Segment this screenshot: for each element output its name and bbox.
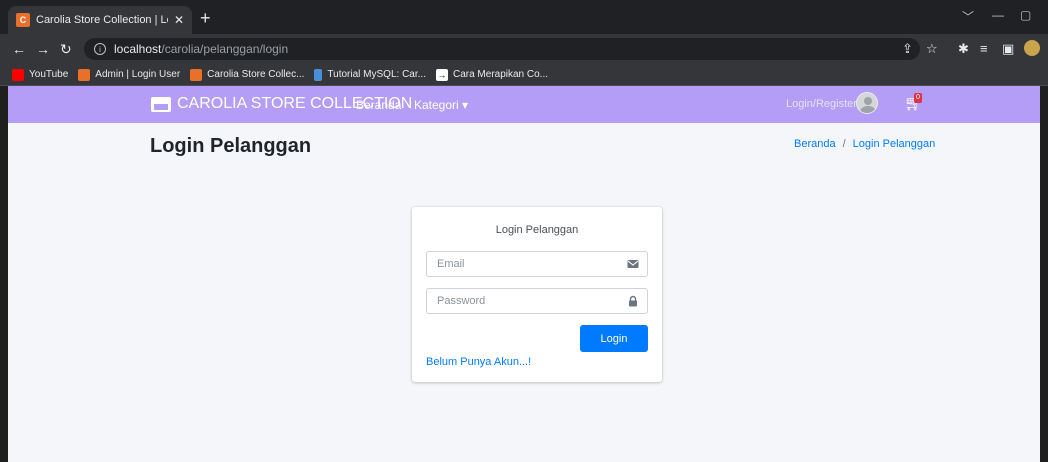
top-navbar: CAROLIA STORE COLLECTION Beranda Kategor… [8,86,1040,123]
login-register-link[interactable]: Login/Register [786,98,857,110]
bookmark-label: YouTube [29,69,69,80]
register-link[interactable]: Belum Punya Akun...! [426,356,531,368]
bookmark-label: Cara Merapikan Co... [452,69,549,80]
password-input-group [426,288,648,314]
envelope-icon [627,260,639,268]
email-input-group [426,251,648,277]
reload-icon[interactable]: ↻ [60,40,72,58]
login-button[interactable]: Login [580,325,648,352]
breadcrumb-current: Login Pelanggan [852,138,936,150]
breadcrumb-separator: / [842,138,846,150]
nav-beranda[interactable]: Beranda [356,98,401,112]
browser-tab[interactable]: C Carolia Store Collection | Login P ✕ [8,6,192,34]
side-panel-icon[interactable]: ▣ [1002,41,1014,57]
bookmark-label: Admin | Login User [95,69,181,80]
restore-icon[interactable]: ▢ [1020,8,1031,22]
bookmarks-bar: YouTube Admin | Login User Carolia Store… [0,64,1048,86]
bookmark-cara-merapikan[interactable]: → Cara Merapikan Co... [435,68,549,81]
youtube-icon [12,68,24,81]
store-icon [151,96,171,112]
site-favicon-icon [78,68,91,81]
tab-close-icon[interactable]: ✕ [174,13,184,27]
url-host: localhost [114,42,162,56]
breadcrumb: Beranda / Login Pelanggan [794,138,935,150]
extensions-icon[interactable]: ✱ [958,41,969,57]
url-path: /carolia/pelanggan/login [161,42,289,56]
password-field[interactable] [427,289,615,313]
new-tab-button[interactable]: + [200,8,211,28]
site-favicon-icon: C [16,13,30,27]
url-field[interactable]: i localhost /carolia/pelanggan/login [84,38,920,60]
email-field[interactable] [427,252,615,276]
cart-count-badge: 0 [914,93,922,103]
bookmark-youtube[interactable]: YouTube [12,68,69,81]
bookmark-tutorial-mysql[interactable]: Tutorial MySQL: Car... [314,68,426,81]
bookmark-label: Carolia Store Collec... [207,69,305,80]
tab-search-icon[interactable]: ﹀ [962,8,974,25]
login-card: Login Pelanggan Login Belum Punya Akun..… [412,207,662,382]
arrow-icon: → [435,68,448,81]
bookmark-star-icon[interactable]: ☆ [926,41,938,57]
page-title: Login Pelanggan [150,135,312,157]
bookmark-admin-login[interactable]: Admin | Login User [78,68,181,81]
share-icon[interactable]: ⇪ [902,41,913,57]
login-box-message: Login Pelanggan [495,224,579,236]
page-content: CAROLIA STORE COLLECTION Beranda Kategor… [8,86,1040,462]
site-info-icon[interactable]: i [94,43,106,55]
browser-tab-strip: C Carolia Store Collection | Login P ✕ +… [0,0,1048,34]
tab-title: Carolia Store Collection | Login P [36,14,168,26]
address-bar: ← → ↻ i localhost /carolia/pelanggan/log… [0,34,1048,64]
user-avatar-icon[interactable] [856,92,878,114]
profile-avatar-icon[interactable] [1024,40,1040,56]
lock-icon [629,295,637,307]
minimize-icon[interactable]: — [992,8,1004,22]
bookmark-carolia-store[interactable]: Carolia Store Collec... [190,68,305,81]
back-icon[interactable]: ← [12,40,26,58]
nav-kategori-dropdown[interactable]: Kategori ▾ [414,98,468,112]
breadcrumb-home-link[interactable]: Beranda [794,138,836,150]
site-favicon-icon [190,68,203,81]
reading-list-icon[interactable]: ≡ [980,41,988,57]
bookmark-label: Tutorial MySQL: Car... [327,69,426,80]
document-icon [314,68,323,81]
forward-icon[interactable]: → [36,40,50,58]
